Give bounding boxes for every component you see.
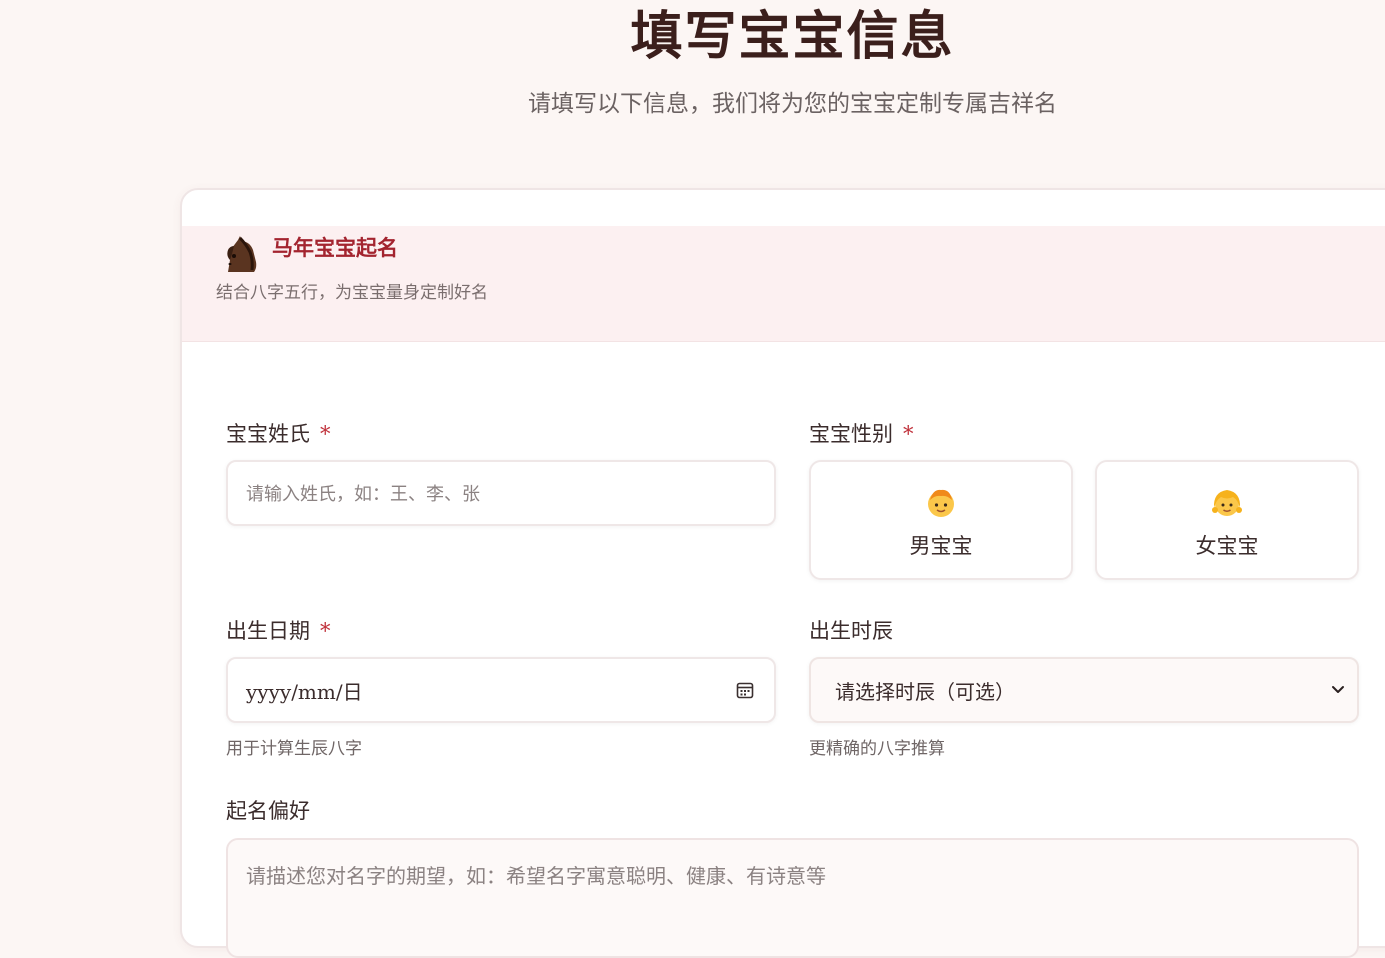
preference-placeholder: 请描述您对名字的期望，如：希望名字寓意聪明、健康、有诗意等 — [246, 864, 826, 888]
gender-option-girl[interactable]: 女宝宝 — [1095, 460, 1359, 580]
surname-placeholder: 请输入姓氏，如：王、李、张 — [246, 484, 480, 505]
birth-hour-hint: 更精确的八字推算 — [809, 739, 945, 759]
calendar-icon[interactable] — [736, 681, 754, 699]
birth-date-placeholder: yyyy/mm/日 — [246, 679, 363, 704]
surname-label: 宝宝姓氏 * — [226, 422, 331, 446]
boy-face-icon — [928, 489, 954, 517]
required-mark: * — [903, 422, 914, 446]
required-mark: * — [320, 619, 331, 643]
card-title: 马年宝宝起名 — [272, 235, 398, 260]
required-mark: * — [320, 422, 331, 446]
card-header: 马年宝宝起名 结合八字五行，为宝宝量身定制好名 — [182, 226, 1385, 342]
page-title: 填写宝宝信息 — [630, 6, 955, 67]
preference-textarea[interactable]: 请描述您对名字的期望，如：希望名字寓意聪明、健康、有诗意等 — [226, 838, 1359, 958]
page-subtitle: 请填写以下信息，我们将为您的宝宝定制专属吉祥名 — [528, 91, 1057, 117]
gender-label: 宝宝性别 * — [809, 422, 914, 446]
gender-option-label: 女宝宝 — [1195, 534, 1259, 558]
preference-label: 起名偏好 — [226, 799, 310, 823]
gender-option-label: 男宝宝 — [909, 534, 973, 558]
birth-hour-label: 出生时辰 — [809, 619, 893, 643]
surname-input[interactable]: 请输入姓氏，如：王、李、张 — [226, 460, 776, 526]
birth-date-hint: 用于计算生辰八字 — [226, 739, 362, 759]
gender-option-boy[interactable]: 男宝宝 — [809, 460, 1073, 580]
chevron-down-icon — [1332, 686, 1344, 693]
birth-hour-select[interactable]: 请选择时辰（可选） — [809, 657, 1359, 723]
birth-date-label: 出生日期 * — [226, 619, 331, 643]
card-description: 结合八字五行，为宝宝量身定制好名 — [216, 283, 488, 303]
horse-icon — [227, 236, 257, 272]
birth-hour-selected: 请选择时辰（可选） — [835, 679, 1015, 704]
birth-date-input[interactable]: yyyy/mm/日 — [226, 657, 776, 723]
girl-face-icon — [1212, 490, 1242, 516]
